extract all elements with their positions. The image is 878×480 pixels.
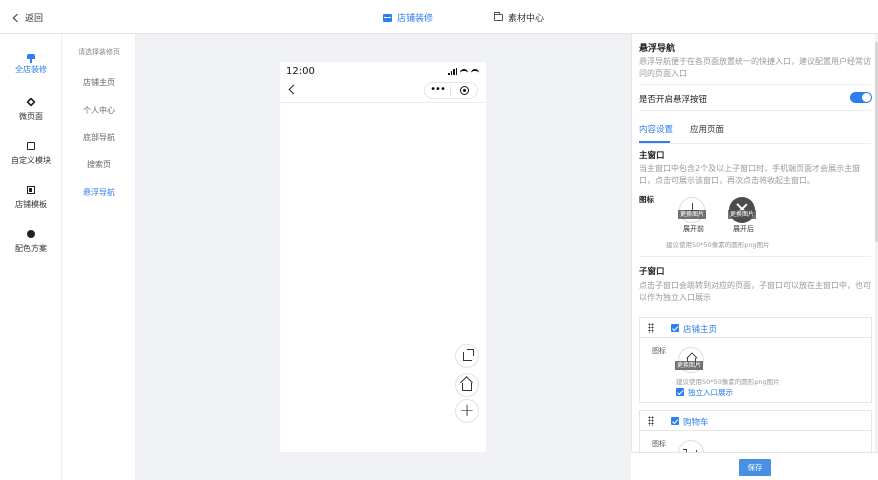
floating-toggle-label: 是否开启悬浮按钮 [639, 95, 708, 105]
subnav-item-floating-nav[interactable]: 悬浮导航 [62, 187, 136, 198]
left-nav: 全店装修 微页面 自定义模块 店铺模板 配色方案 [0, 34, 62, 480]
divider [280, 102, 486, 103]
change-image-button[interactable]: 更换图片 [675, 361, 704, 370]
sub-window-title: 子窗口 [639, 267, 665, 277]
sub-window-checkbox[interactable] [671, 324, 679, 332]
icon-label: 图标 [652, 440, 666, 448]
sub-window-item-header: 购物车 [640, 411, 871, 431]
nav-item-label: 全店装修 [15, 65, 47, 74]
floating-share-button[interactable] [455, 344, 479, 368]
folder-icon [494, 12, 503, 21]
nav-item-store-template[interactable]: 店铺模板 [0, 186, 62, 210]
nav-item-label: 自定义模块 [11, 156, 51, 165]
nav-item-label: 微页面 [19, 112, 43, 121]
module-icon [27, 142, 35, 150]
independent-entry-label: 独立入口展示 [688, 388, 733, 397]
divider [639, 84, 871, 85]
status-icons [448, 68, 479, 75]
change-image-button[interactable]: 更换图片 [728, 210, 757, 219]
drag-handle-icon[interactable] [648, 323, 654, 333]
main-window-title: 主窗口 [639, 151, 665, 161]
image-size-hint: 建议使用50*50像素的圆形png图片 [676, 378, 780, 386]
sub-window-desc: 点击子窗口会跳转到对应的页面，子窗口可以放在主窗口中，也可以作为独立入口展示 [639, 281, 871, 302]
settings-panel: 悬浮导航 悬浮导航便于在各页面放置统一的快捷入口，建议配置用户经常访问的页面入口… [631, 34, 878, 480]
sub-window-item: 店铺主页 图标 更换图片 建议使用50*50像素的圆形png图片 独立入口展示 [639, 317, 872, 403]
image-size-hint: 建议使用50*50像素的圆形png图片 [666, 241, 770, 249]
nav-item-label: 配色方案 [15, 244, 47, 253]
divider [639, 110, 871, 111]
subnav-item-personal-center[interactable]: 个人中心 [62, 105, 136, 116]
chevron-left-icon [12, 13, 22, 22]
share-icon [462, 348, 474, 361]
phone-preview: 12:00 ••• + [280, 62, 486, 452]
brush-icon [27, 54, 35, 63]
home-icon [462, 382, 472, 391]
before-expand-label: 展开前 [683, 225, 704, 233]
nav-item-label: 店铺模板 [15, 200, 47, 209]
save-bar: 保存 [631, 452, 878, 480]
sub-window-checkbox[interactable] [671, 417, 679, 425]
floating-home-button[interactable] [455, 373, 479, 397]
drag-handle-icon[interactable] [648, 416, 654, 426]
icon-label: 图标 [652, 347, 666, 355]
target-icon [459, 86, 469, 95]
divider [639, 256, 871, 257]
subnav-item-store-home[interactable]: 店铺主页 [62, 77, 136, 88]
nav-item-full-store[interactable]: 全店装修 [0, 54, 62, 75]
subnav-title: 请选择装修页 [78, 48, 120, 56]
tab-material-center[interactable]: 素材中心 [494, 11, 544, 24]
close-capsule-button[interactable] [451, 86, 477, 95]
panel-desc: 悬浮导航便于在各页面放置统一的快捷入口，建议配置用户经常访问的页面入口 [639, 57, 871, 78]
floating-button-toggle[interactable] [850, 92, 872, 103]
tab-shop-decoration[interactable]: 店铺装修 [383, 11, 433, 24]
page-select-nav: 请选择装修页 店铺主页 个人中心 底部导航 搜索页 悬浮导航 [62, 34, 136, 480]
nav-item-micro-page[interactable]: 微页面 [0, 97, 62, 122]
mini-program-capsule: ••• [424, 82, 478, 99]
layers-icon [26, 97, 36, 107]
tab-applied-pages[interactable]: 应用页面 [690, 123, 724, 135]
shop-icon [383, 13, 392, 22]
subnav-item-search-page[interactable]: 搜索页 [62, 159, 136, 170]
top-bar: 返回 店铺装修 素材中心 [0, 0, 878, 34]
signal-icon [448, 68, 457, 75]
tab-label: 店铺装修 [397, 14, 434, 24]
subnav-item-bottom-nav[interactable]: 底部导航 [62, 132, 136, 143]
change-image-button[interactable]: 更换图片 [678, 210, 707, 219]
sub-window-item-header: 店铺主页 [640, 318, 871, 338]
phone-back-icon[interactable] [288, 84, 299, 95]
template-icon [27, 186, 35, 194]
back-label: 返回 [25, 14, 44, 24]
main-window-icon-label: 图标 [639, 195, 654, 204]
back-button[interactable]: 返回 [12, 11, 44, 24]
wifi-icon [460, 69, 468, 75]
sub-window-name: 购物车 [683, 418, 709, 428]
palette-icon [27, 230, 35, 238]
sub-window-name: 店铺主页 [683, 325, 718, 335]
divider [639, 143, 871, 144]
save-button[interactable]: 保存 [739, 459, 771, 476]
main-window-desc: 当主窗口中包含2个及以上子窗口时，手机端页面才会展示主窗口，点击可展示该窗口，再… [639, 164, 861, 185]
after-expand-label: 展开后 [733, 225, 754, 233]
panel-title: 悬浮导航 [639, 44, 676, 54]
nav-item-custom-module[interactable]: 自定义模块 [0, 142, 62, 166]
more-icon[interactable]: ••• [425, 84, 452, 96]
plus-icon: + [459, 400, 475, 421]
wifi-icon [471, 69, 479, 75]
tab-content-settings[interactable]: 内容设置 [639, 123, 673, 135]
status-time: 12:00 [286, 66, 315, 77]
tab-label: 素材中心 [508, 14, 545, 24]
floating-main-button[interactable]: + [455, 399, 479, 423]
nav-item-color-scheme[interactable]: 配色方案 [0, 230, 62, 254]
independent-entry-checkbox[interactable] [676, 388, 684, 396]
